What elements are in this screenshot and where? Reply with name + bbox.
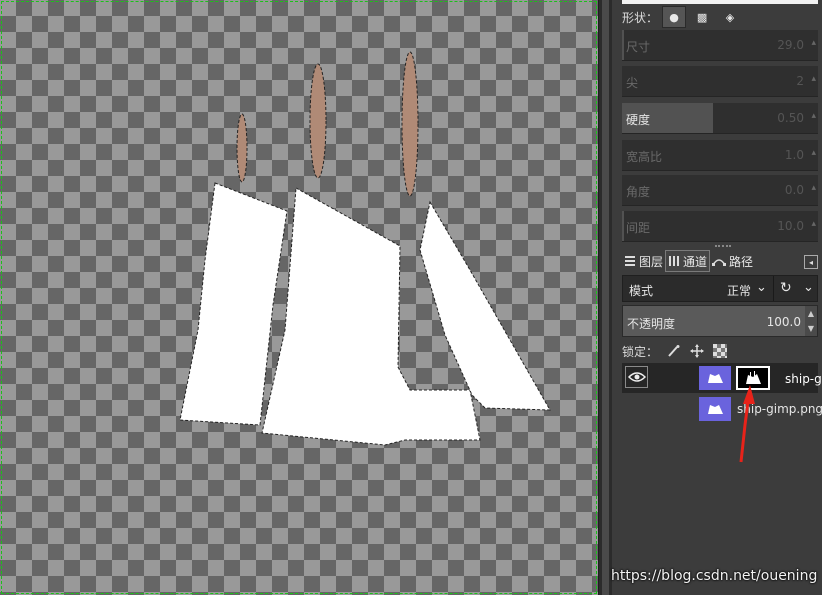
layers-icon: [625, 256, 635, 266]
layer-mode-selector[interactable]: 模式 正常 ⌄ ↻ ⌄: [622, 275, 818, 302]
size-value: 29.0: [777, 38, 804, 52]
opacity-spinner[interactable]: ▲ ▼: [805, 306, 817, 336]
spacing-label: 间距: [626, 221, 651, 235]
watermark-text: https://blog.csdn.net/ouening: [611, 568, 818, 584]
channels-icon: [669, 256, 680, 266]
dock-panel: 形状： ● ▩ ◈ 尺寸 29.0 ▴ 尖 2 ▴ 硬度 0.50 ▴ 宽高比 …: [612, 0, 822, 595]
lock-label: 锁定：: [622, 344, 659, 359]
mast-tall: [401, 51, 419, 197]
aspect-ratio-slider[interactable]: 宽高比 1.0 ▴: [622, 140, 818, 171]
layer-item-ship-gimp[interactable]: ship-gimp: [622, 363, 822, 393]
spin-arrows-icon: ▴: [811, 74, 816, 84]
spacing-slider-fill: [622, 211, 624, 241]
opacity-slider[interactable]: 不透明度 100.0 ▲ ▼: [622, 305, 818, 337]
spacing-slider[interactable]: 间距 10.0 ▴: [622, 211, 818, 242]
scrollbar-thumb[interactable]: [602, 0, 609, 595]
sail-left: [179, 182, 288, 426]
spin-arrows-icon: ▴: [811, 111, 816, 121]
hardness-slider[interactable]: 硬度 0.50 ▴: [622, 103, 818, 134]
hardness-value: 0.50: [777, 111, 804, 125]
mast-middle: [309, 63, 327, 179]
mode-separator: [773, 276, 774, 301]
opacity-label: 不透明度: [627, 317, 676, 331]
spikes-slider[interactable]: 尖 2 ▴: [622, 66, 818, 97]
spikes-label: 尖: [626, 76, 639, 90]
brush-shape-row: 形状： ● ▩ ◈: [622, 6, 743, 28]
layer-thumbnail[interactable]: [699, 366, 731, 390]
diamond-shape-icon: ◈: [725, 10, 735, 24]
layer-thumbnail[interactable]: [699, 397, 731, 421]
ship-artwork: [179, 51, 551, 446]
chevron-down-icon: ⌄: [756, 280, 767, 295]
eye-icon: [627, 372, 646, 382]
square-shape-button[interactable]: ▩: [690, 6, 715, 28]
spin-arrows-icon: ▴: [811, 38, 816, 48]
tab-menu-icon: ◂: [808, 257, 813, 267]
image-canvas[interactable]: [0, 0, 598, 595]
mast-small: [236, 113, 248, 183]
mode-value: 正常: [727, 284, 752, 298]
size-slider[interactable]: 尺寸 29.0 ▴: [622, 30, 818, 61]
tab-layers[interactable]: 图层: [622, 251, 665, 271]
spin-arrows-icon: ▴: [811, 219, 816, 229]
sail-thumbnail-icon: [708, 405, 723, 414]
dock-tabs: 图层 通道 路径: [622, 250, 818, 272]
composite-reset-icon[interactable]: ↻: [780, 280, 792, 296]
angle-label: 角度: [626, 185, 651, 199]
layer-name[interactable]: ship-gimp.png: [737, 402, 822, 416]
sail-thumbnail-icon: [708, 374, 723, 383]
layer-name[interactable]: ship-gimp: [785, 372, 822, 386]
circle-shape-icon: ●: [669, 10, 679, 24]
visibility-toggle[interactable]: [625, 366, 648, 388]
angle-value: 0.0: [784, 183, 804, 197]
tab-channels[interactable]: 通道: [665, 250, 711, 272]
tab-channels-label: 通道: [683, 254, 708, 269]
angle-slider[interactable]: 角度 0.0 ▴: [622, 175, 818, 206]
tab-menu-button[interactable]: ◂: [804, 255, 818, 269]
aspect-ratio-label: 宽高比: [626, 150, 663, 164]
hardness-label: 硬度: [626, 113, 651, 127]
mode-label: 模式: [629, 284, 654, 298]
lock-row: 锁定：: [622, 342, 728, 360]
sail-right: [419, 200, 551, 411]
spacing-value: 10.0: [777, 219, 804, 233]
chevron-down-icon[interactable]: ⌄: [803, 280, 814, 295]
spin-arrows-icon: ▴: [811, 183, 816, 193]
tab-paths[interactable]: 路径: [710, 251, 755, 271]
size-label: 尺寸: [626, 40, 651, 54]
lock-pixels-icon[interactable]: [667, 344, 681, 358]
canvas-vertical-scrollbar[interactable]: [598, 0, 613, 595]
layer-item-ship-gimp-png[interactable]: ship-gimp.png: [622, 395, 822, 423]
shape-label: 形状：: [622, 10, 659, 25]
tab-layers-label: 图层: [639, 254, 664, 269]
circle-shape-button[interactable]: ●: [662, 6, 687, 28]
lock-alpha-icon[interactable]: [713, 344, 728, 358]
layer-mask-thumbnail[interactable]: [736, 366, 770, 390]
lock-position-icon[interactable]: [690, 344, 705, 358]
square-shape-icon: ▩: [696, 10, 708, 24]
paths-icon: [712, 259, 727, 266]
tool-options-top-strip: [622, 0, 818, 4]
diamond-shape-button[interactable]: ◈: [718, 6, 743, 28]
tab-paths-label: 路径: [729, 254, 754, 269]
spin-down-icon[interactable]: ▼: [805, 321, 817, 336]
mask-thumbnail-icon: [746, 371, 761, 384]
size-slider-fill: [622, 30, 624, 60]
spin-up-icon[interactable]: ▲: [805, 306, 817, 321]
opacity-value: 100.0: [766, 315, 801, 329]
spin-arrows-icon: ▴: [811, 148, 816, 158]
spikes-value: 2: [796, 74, 804, 88]
aspect-ratio-value: 1.0: [784, 148, 804, 162]
